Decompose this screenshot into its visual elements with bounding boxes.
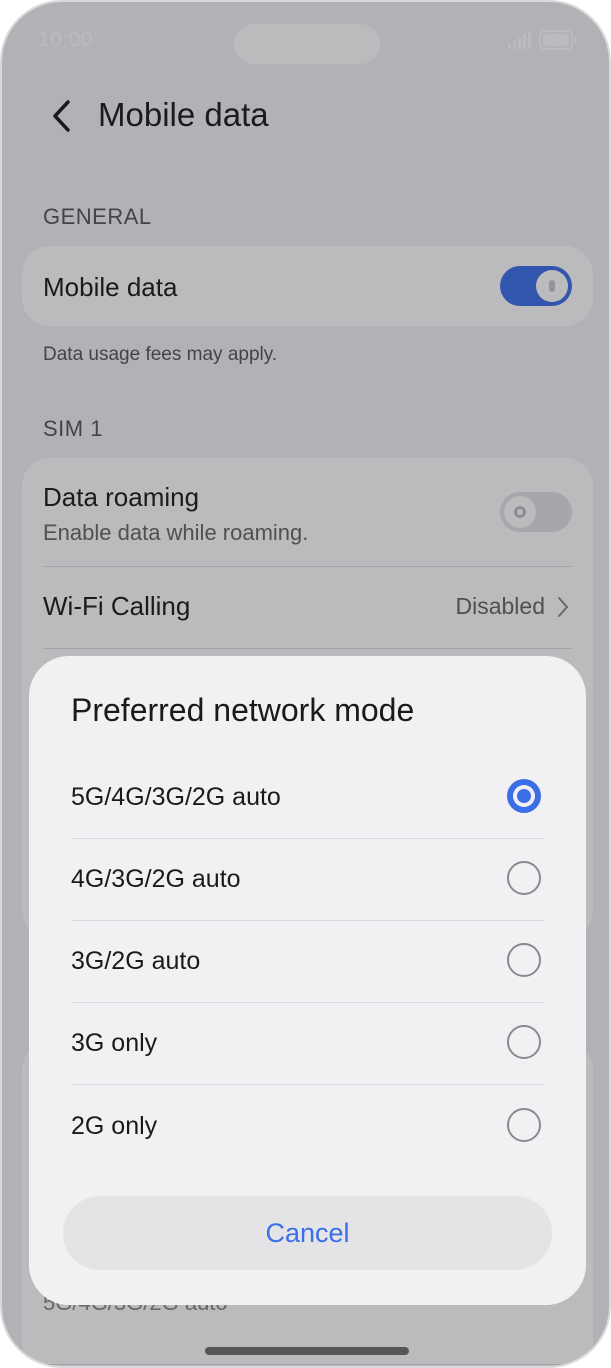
option-label: 5G/4G/3G/2G auto [71, 783, 281, 811]
dialog-title: Preferred network mode [71, 692, 415, 728]
option-3g-2g-auto[interactable]: 3G/2G auto [71, 921, 545, 1003]
option-5g-4g-3g-2g-auto[interactable]: 5G/4G/3G/2G auto [71, 757, 545, 839]
option-2g-only[interactable]: 2G only [71, 1086, 545, 1168]
option-3g-only[interactable]: 3G only [71, 1003, 545, 1085]
option-4g-3g-2g-auto[interactable]: 4G/3G/2G auto [71, 839, 545, 921]
option-label: 3G/2G auto [71, 947, 201, 975]
radio-unselected-icon[interactable] [507, 861, 541, 895]
network-mode-dialog: Preferred network mode 5G/4G/3G/2G auto … [29, 656, 586, 1305]
home-indicator[interactable] [205, 1347, 409, 1355]
radio-selected-icon[interactable] [507, 779, 541, 813]
radio-unselected-icon[interactable] [507, 1025, 541, 1059]
option-divider [71, 1084, 545, 1085]
cancel-label: Cancel [265, 1218, 350, 1248]
option-label: 4G/3G/2G auto [71, 865, 241, 893]
radio-unselected-icon[interactable] [507, 1108, 541, 1142]
cancel-button[interactable]: Cancel [63, 1196, 552, 1270]
phone-screen: 10:00 Mobile data GENERAL Mobile data Da… [0, 0, 611, 1368]
radio-unselected-icon[interactable] [507, 943, 541, 977]
option-label: 3G only [71, 1029, 158, 1057]
option-label: 2G only [71, 1112, 158, 1140]
